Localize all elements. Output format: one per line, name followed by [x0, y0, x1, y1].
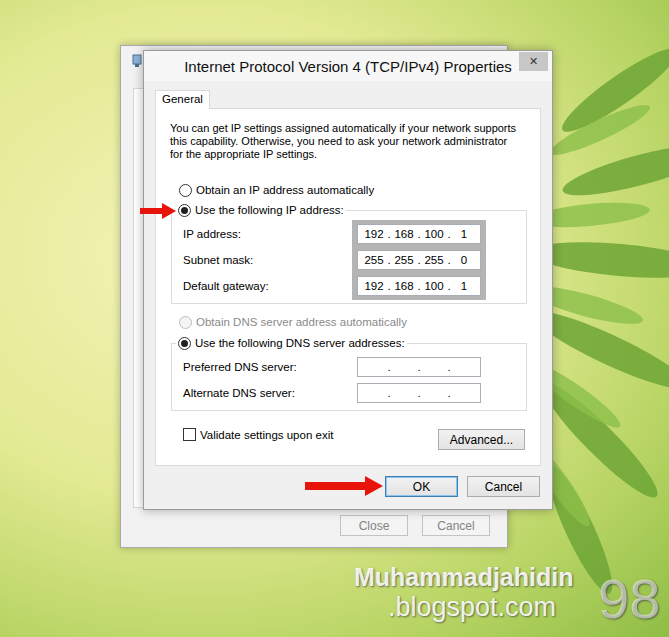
advanced-button[interactable]: Advanced... [438, 429, 525, 450]
group-legend: Use the following IP address: [176, 203, 346, 217]
ipv4-properties-dialog: Internet Protocol Version 4 (TCP/IPv4) P… [143, 50, 553, 510]
watermark: .blogspot.com [388, 592, 556, 623]
dialog-button[interactable]: Cancel [467, 476, 540, 497]
general-panel: You can get IP settings assigned automat… [155, 108, 541, 466]
octet-separator: . [416, 387, 422, 399]
octet-separator: . [386, 254, 392, 266]
close-button[interactable]: ✕ [519, 52, 548, 71]
radio-dot [181, 340, 188, 347]
octet: 255 [422, 254, 446, 266]
ip-address-group: Use the following IP address: IP address… [171, 203, 527, 304]
ip-address-field[interactable]: 255 .255 .255 .0 [357, 250, 481, 270]
field-label: Alternate DNS server: [183, 383, 352, 403]
radio-label: Obtain an IP address automatically [196, 184, 374, 196]
octet-separator: . [446, 361, 452, 373]
back-window-button: Cancel [422, 515, 490, 536]
ip-address-field[interactable]: . . . [357, 383, 481, 403]
field-label: Subnet mask: [183, 250, 352, 270]
watermark: 98 [598, 566, 660, 631]
octet-separator: . [416, 228, 422, 240]
auto-dns-option: Obtain DNS server address automatically [179, 315, 527, 329]
window-title: Internet Protocol Version 4 (TCP/IPv4) P… [184, 58, 512, 75]
dialog-button[interactable]: OK [385, 476, 458, 497]
octet-separator: . [416, 361, 422, 373]
radio-label: Use the following DNS server addresses: [195, 337, 405, 349]
octet-separator: . [386, 228, 392, 240]
octet-separator: . [446, 387, 452, 399]
octet-separator: . [386, 361, 392, 373]
tab[interactable]: General [155, 90, 210, 109]
validate-checkbox[interactable] [183, 428, 196, 441]
ip-address-field[interactable]: . . . [357, 357, 481, 377]
auto-ip-option[interactable]: Obtain an IP address automatically [179, 183, 527, 197]
red-arrow-icon [305, 476, 383, 496]
radio-label: Obtain DNS server address automatically [196, 316, 407, 328]
field-label: IP address: [183, 224, 352, 244]
manual-option[interactable]: Use the following IP address: [178, 203, 344, 217]
octet-separator: . [416, 280, 422, 292]
ip-address-field[interactable]: 192 .168 .100 .1 [357, 224, 481, 244]
octet-separator: . [386, 280, 392, 292]
red-arrow-icon [140, 203, 176, 219]
octet: 255 [392, 254, 416, 266]
radio-button [179, 316, 192, 329]
octet-separator: . [446, 254, 452, 266]
tab-bar: General [155, 89, 552, 108]
radio-label: Use the following IP address: [195, 204, 344, 216]
octet-separator: . [446, 280, 452, 292]
title-bar: Internet Protocol Version 4 (TCP/IPv4) P… [144, 51, 552, 81]
octet: 1 [452, 280, 476, 292]
octet: 100 [422, 228, 446, 240]
checkbox-label: Validate settings upon exit [200, 429, 333, 441]
watermark: Muhammadjahidin [354, 563, 573, 592]
back-window-button: Close [340, 515, 408, 536]
ip-address-field[interactable]: 192 .168 .100 .1 [357, 276, 481, 296]
octet: 168 [392, 280, 416, 292]
intro-text: You can get IP settings assigned automat… [170, 122, 522, 161]
octet: 192 [362, 280, 386, 292]
radio-button[interactable] [178, 204, 191, 217]
octet: 168 [392, 228, 416, 240]
radio-button[interactable] [179, 184, 192, 197]
group-legend: Use the following DNS server addresses: [176, 336, 407, 350]
octet: 1 [452, 228, 476, 240]
validate-checkbox-row[interactable]: Validate settings upon exit [183, 428, 333, 441]
octet-separator: . [416, 254, 422, 266]
network-adapter-icon [131, 54, 143, 68]
field-label: Default gateway: [183, 276, 352, 296]
octet: 100 [422, 280, 446, 292]
octet: 192 [362, 228, 386, 240]
octet-separator: . [446, 228, 452, 240]
octet: 255 [362, 254, 386, 266]
field-label: Preferred DNS server: [183, 357, 352, 377]
dns-server-group: Use the following DNS server addresses: … [171, 336, 527, 411]
octet-separator: . [386, 387, 392, 399]
radio-button[interactable] [178, 337, 191, 350]
radio-dot [181, 207, 188, 214]
octet: 0 [452, 254, 476, 266]
desktop: Close Cancel Internet Protocol Version 4 … [0, 0, 669, 637]
manual-option[interactable]: Use the following DNS server addresses: [178, 336, 405, 350]
